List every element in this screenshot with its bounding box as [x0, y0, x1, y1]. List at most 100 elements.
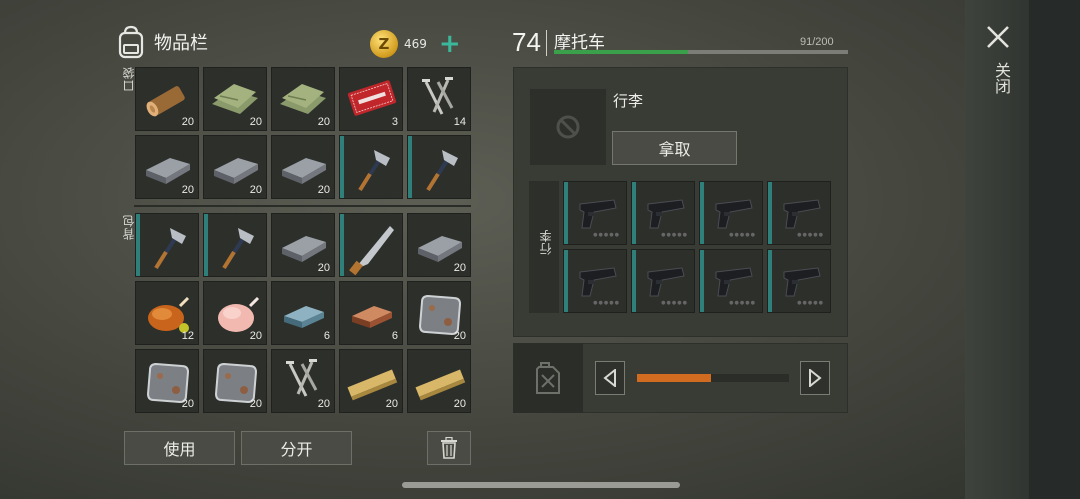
inventory-slot[interactable]: 20 [271, 213, 335, 277]
header-separator [546, 30, 547, 56]
inventory-slot[interactable]: 20 [203, 349, 267, 413]
fuel-increase-button[interactable] [800, 361, 830, 395]
inventory-slot[interactable]: 20 [407, 349, 471, 413]
inventory-slot[interactable]: 14 [407, 67, 471, 131]
attachment-dots: ●●●●● [593, 300, 620, 306]
item-quantity: 20 [181, 116, 194, 128]
item-quantity: 20 [249, 330, 262, 342]
inventory-slot[interactable]: 20 [407, 281, 471, 345]
inventory-slot[interactable]: ●●●●● [699, 181, 763, 245]
item-quantity: 20 [317, 184, 330, 196]
fuel-decrease-button[interactable] [595, 361, 625, 395]
inventory-slot[interactable]: 20 [203, 135, 267, 199]
inventory-slot[interactable]: 6 [271, 281, 335, 345]
inventory-slot[interactable]: ●●●●● [563, 181, 627, 245]
machete-icon [349, 226, 394, 276]
split-button[interactable]: 分开 [241, 431, 352, 465]
item-quantity: 6 [391, 330, 398, 342]
inventory-slot[interactable]: ●●●●● [631, 249, 695, 313]
attachment-dots: ●●●●● [661, 232, 688, 238]
item-quantity: 20 [385, 398, 398, 410]
inventory-slot[interactable]: 20 [135, 349, 199, 413]
hatchet-icon [358, 150, 390, 192]
home-indicator[interactable] [402, 482, 680, 488]
inventory-slot[interactable] [407, 135, 471, 199]
inventory-slot[interactable]: ●●●●● [699, 249, 763, 313]
inventory-slot[interactable]: ●●●●● [563, 249, 627, 313]
trash-button[interactable] [427, 431, 471, 465]
pocket-grid: 20 20 20 3 14 20 20 20 [135, 67, 471, 199]
item-quantity: 20 [453, 262, 466, 274]
close-button-label[interactable]: 关闭 [989, 62, 1013, 94]
vehicle-level: 74 [512, 27, 541, 57]
inventory-slot[interactable]: ●●●●● [631, 181, 695, 245]
inventory-slot[interactable]: 20 [203, 67, 267, 131]
attachment-dots: ●●●●● [661, 300, 688, 306]
inventory-slot[interactable]: 12 [135, 281, 199, 345]
inventory-slot[interactable]: 20 [203, 281, 267, 345]
inventory-slot[interactable]: 3 [339, 67, 403, 131]
close-icon[interactable] [985, 24, 1011, 50]
backpack-icon [118, 25, 144, 59]
bag-side-label: 行李 [539, 229, 553, 255]
item-quantity: 20 [249, 116, 262, 128]
attachment-dots: ●●●●● [729, 300, 756, 306]
right-side-panel [965, 0, 1080, 499]
coin-icon: Z [370, 30, 398, 58]
item-quantity: 20 [317, 116, 330, 128]
inventory-slot[interactable]: 20 [271, 135, 335, 199]
inventory-header: 物品栏 [116, 25, 208, 59]
inventory-slot[interactable]: 20 [135, 67, 199, 131]
attachment-dots: ●●●●● [729, 232, 756, 238]
trash-icon [441, 437, 457, 459]
inventory-slot[interactable]: 20 [407, 213, 471, 277]
inventory-slot[interactable]: 20 [135, 135, 199, 199]
inventory-title: 物品栏 [154, 33, 208, 54]
item-quantity: 20 [181, 184, 194, 196]
hatchet-icon [426, 150, 458, 192]
item-quantity: 20 [453, 330, 466, 342]
empty-slot-icon [556, 115, 580, 139]
inventory-slot[interactable]: ●●●●● [767, 181, 831, 245]
coin-balance: Z 469 + [370, 30, 461, 58]
fuel-level-bar[interactable] [637, 374, 789, 382]
empty-slot [530, 89, 606, 165]
inventory-slot[interactable] [135, 213, 199, 277]
arrow-left-icon [603, 369, 616, 387]
take-button[interactable]: 拿取 [612, 131, 737, 165]
inventory-slot[interactable]: 20 [271, 67, 335, 131]
fuel-canister-icon [513, 343, 583, 413]
vehicle-slots-grid: ●●●●● ●●●●● ●●●●● ●●●●● ●●●●● ●●●●● ●●●●● ●●●●● [563, 181, 831, 313]
item-quantity: 20 [317, 398, 330, 410]
inventory-slot[interactable]: 6 [339, 281, 403, 345]
use-button[interactable]: 使用 [124, 431, 235, 465]
inventory-slot[interactable]: ●●●●● [767, 249, 831, 313]
capacity-bar [554, 50, 848, 54]
item-quantity: 20 [317, 262, 330, 274]
item-quantity: 3 [391, 116, 398, 128]
item-quantity: 20 [453, 398, 466, 410]
attachment-dots: ●●●●● [593, 232, 620, 238]
inventory-slot[interactable]: 20 [339, 349, 403, 413]
grid-divider [134, 205, 471, 207]
buy-coins-button[interactable]: + [439, 31, 461, 57]
attachment-dots: ●●●●● [797, 232, 824, 238]
item-quantity: 12 [181, 330, 194, 342]
hatchet-icon [154, 228, 186, 270]
item-quantity: 20 [249, 184, 262, 196]
hatchet-icon [222, 228, 254, 270]
vehicle-capacity: 91/200 [800, 36, 834, 48]
inventory-slot[interactable] [203, 213, 267, 277]
item-quantity: 6 [323, 330, 330, 342]
item-quantity: 14 [453, 116, 466, 128]
backpack-grid: 20 20 12 20 6 6 20 20 20 20 20 20 [135, 213, 471, 413]
attachment-dots: ●●●●● [797, 300, 824, 306]
arrow-right-icon [809, 369, 822, 387]
bag-name: 行李 [613, 92, 644, 110]
inventory-slot[interactable]: 20 [271, 349, 335, 413]
item-quantity: 20 [249, 398, 262, 410]
coin-amount: 469 [404, 37, 427, 51]
inventory-slot[interactable] [339, 213, 403, 277]
inventory-slot[interactable] [339, 135, 403, 199]
item-quantity: 20 [181, 398, 194, 410]
